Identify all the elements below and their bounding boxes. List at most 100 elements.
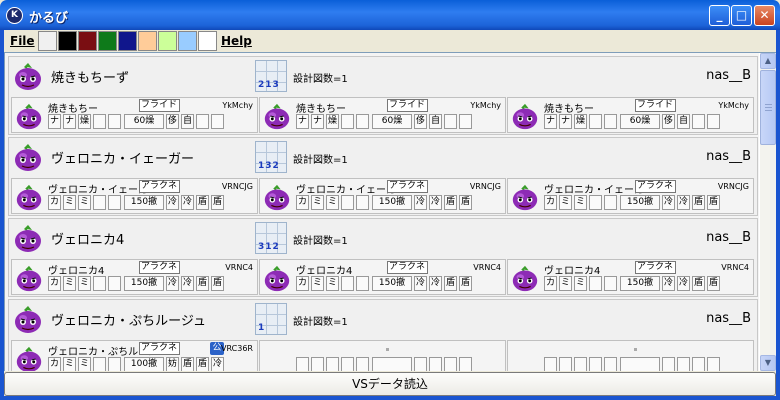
part-cell[interactable]: 盾: [444, 276, 457, 291]
unit-card[interactable]: ヴェロニカ4 アラクネーVRNC4カミミ150撤冷冷盾盾: [507, 259, 754, 295]
part-cell[interactable]: 侈: [414, 114, 427, 129]
part-cell[interactable]: [692, 114, 705, 129]
part-cell[interactable]: [574, 357, 587, 371]
part-cell[interactable]: [108, 195, 121, 210]
unit-card[interactable]: ヴェロニカ・ぷちルージュ アラクネー公VRC36Rカミミ100撤妨盾盾冷: [11, 340, 258, 371]
part-cell[interactable]: [93, 357, 106, 371]
part-cell[interactable]: 冷: [429, 276, 442, 291]
part-cell[interactable]: [604, 114, 617, 129]
part-cell[interactable]: 盾: [444, 195, 457, 210]
part-cell[interactable]: [589, 357, 602, 371]
color-swatch[interactable]: [158, 31, 177, 51]
part-cell[interactable]: ミ: [574, 276, 587, 291]
design-block[interactable]: 焼きもちーず 213 設計図数=1 nas__B 焼きもちー フライド YkMch…: [8, 56, 758, 135]
part-cell[interactable]: 60燥: [620, 114, 660, 129]
part-cell[interactable]: [356, 114, 369, 129]
part-cell[interactable]: [356, 276, 369, 291]
color-swatch[interactable]: [58, 31, 77, 51]
close-button[interactable]: ✕: [754, 5, 775, 26]
part-cell[interactable]: 盾: [459, 195, 472, 210]
unit-card[interactable]: 焼きもちー フライド YkMchy ナナ燥 60燥侈自: [259, 97, 506, 133]
unit-card[interactable]: ヴェロニカ・イェーガー アラクネーVRNCJGカミミ150撤冷冷盾盾: [259, 178, 506, 214]
part-cell[interactable]: [414, 357, 427, 371]
unit-card[interactable]: ヴェロニカ・イェーガー アラクネーVRNCJGカミミ150撤冷冷盾盾: [507, 178, 754, 214]
design-block[interactable]: ヴェロニカ・ぷちルージュ 1 設計図数=1 nas__B ヴェロニカ・ぷちルージ…: [8, 299, 758, 371]
part-cell[interactable]: 冷: [662, 276, 675, 291]
part-cell[interactable]: カ: [544, 276, 557, 291]
part-cell[interactable]: [341, 114, 354, 129]
part-cell[interactable]: [93, 276, 106, 291]
part-cell[interactable]: 冷: [181, 195, 194, 210]
part-cell[interactable]: 盾: [181, 357, 194, 371]
part-cell[interactable]: [662, 357, 675, 371]
part-cell[interactable]: [589, 114, 602, 129]
part-cell[interactable]: ミ: [574, 195, 587, 210]
part-cell[interactable]: 燥: [326, 114, 339, 129]
color-swatch[interactable]: [118, 31, 137, 51]
part-cell[interactable]: 妨: [166, 357, 179, 371]
part-cell[interactable]: 冷: [414, 276, 427, 291]
part-cell[interactable]: 60燥: [372, 114, 412, 129]
vs-data-load-button[interactable]: VSデータ読込: [4, 372, 776, 396]
part-cell[interactable]: [108, 114, 121, 129]
unit-card[interactable]: [507, 340, 754, 371]
part-cell[interactable]: 盾: [707, 195, 720, 210]
part-cell[interactable]: [459, 357, 472, 371]
part-cell[interactable]: 冷: [414, 195, 427, 210]
scroll-thumb[interactable]: [760, 70, 776, 145]
part-cell[interactable]: [604, 195, 617, 210]
part-cell[interactable]: [372, 357, 412, 371]
part-cell[interactable]: 盾: [196, 195, 209, 210]
part-cell[interactable]: ミ: [559, 276, 572, 291]
part-cell[interactable]: ナ: [296, 114, 309, 129]
part-cell[interactable]: 燥: [78, 114, 91, 129]
color-swatch[interactable]: [198, 31, 217, 51]
blueprint-icon[interactable]: 213: [255, 60, 287, 92]
part-cell[interactable]: [211, 114, 224, 129]
part-cell[interactable]: 60燥: [124, 114, 164, 129]
part-cell[interactable]: カ: [296, 276, 309, 291]
part-cell[interactable]: [93, 195, 106, 210]
part-cell[interactable]: [444, 357, 457, 371]
unit-card[interactable]: ヴェロニカ4 アラクネーVRNC4カミミ150撤冷冷盾盾: [11, 259, 258, 295]
part-cell[interactable]: 盾: [196, 276, 209, 291]
blueprint-icon[interactable]: 312: [255, 222, 287, 254]
part-cell[interactable]: カ: [48, 276, 61, 291]
part-cell[interactable]: ミ: [559, 195, 572, 210]
part-cell[interactable]: 燥: [574, 114, 587, 129]
minimize-button[interactable]: _: [709, 5, 730, 26]
unit-card[interactable]: 焼きもちー フライド YkMchy ナナ燥 60燥侈自: [11, 97, 258, 133]
blueprint-icon[interactable]: 1: [255, 303, 287, 335]
part-cell[interactable]: 侈: [662, 114, 675, 129]
part-cell[interactable]: [341, 276, 354, 291]
part-cell[interactable]: [108, 357, 121, 371]
part-cell[interactable]: 自: [181, 114, 194, 129]
part-cell[interactable]: 冷: [662, 195, 675, 210]
part-cell[interactable]: [589, 276, 602, 291]
part-cell[interactable]: 盾: [459, 276, 472, 291]
part-cell[interactable]: [604, 276, 617, 291]
part-cell[interactable]: [429, 357, 442, 371]
part-cell[interactable]: 150撤: [124, 276, 164, 291]
part-cell[interactable]: ミ: [63, 357, 76, 371]
maximize-button[interactable]: □: [731, 5, 752, 26]
part-cell[interactable]: カ: [48, 357, 61, 371]
part-cell[interactable]: [311, 357, 324, 371]
part-cell[interactable]: 盾: [196, 357, 209, 371]
part-cell[interactable]: [589, 195, 602, 210]
part-cell[interactable]: [326, 357, 339, 371]
menu-help[interactable]: Help: [221, 34, 252, 48]
part-cell[interactable]: [356, 357, 369, 371]
part-cell[interactable]: 150撤: [620, 276, 660, 291]
part-cell[interactable]: [692, 357, 705, 371]
part-cell[interactable]: [559, 357, 572, 371]
part-cell[interactable]: [459, 114, 472, 129]
part-cell[interactable]: カ: [48, 195, 61, 210]
part-cell[interactable]: 150撤: [620, 195, 660, 210]
part-cell[interactable]: ナ: [63, 114, 76, 129]
part-cell[interactable]: [108, 276, 121, 291]
scroll-down-button[interactable]: ▼: [760, 355, 776, 371]
part-cell[interactable]: ナ: [559, 114, 572, 129]
color-swatch[interactable]: [98, 31, 117, 51]
part-cell[interactable]: ミ: [63, 195, 76, 210]
